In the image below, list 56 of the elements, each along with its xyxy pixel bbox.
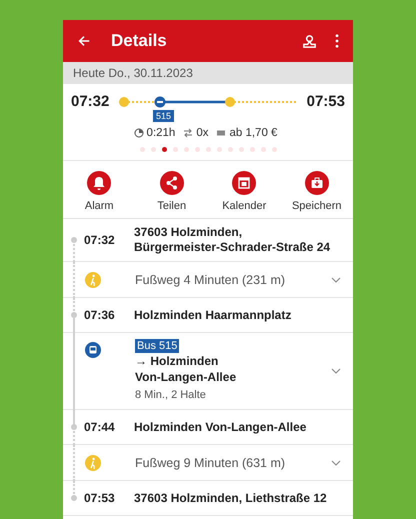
page-dot[interactable] <box>206 147 210 152</box>
stop-name: Holzminden Von-Langen-Allee <box>134 420 306 434</box>
page-dot[interactable] <box>228 147 232 152</box>
briefcase-icon <box>304 171 329 195</box>
page-dot[interactable] <box>162 147 166 152</box>
page-dot[interactable] <box>260 147 266 152</box>
page-dot[interactable] <box>272 147 276 152</box>
walk-segment-text: Fußweg 9 Minuten (631 m) <box>135 456 286 470</box>
stop-time: 07:44 <box>83 420 116 434</box>
date-text: Heute Do., 30.11.2023 <box>73 66 193 80</box>
arrival-time: 07:53 <box>306 92 345 112</box>
transfer-icon <box>183 128 194 138</box>
walk-segment-text: Fußweg 4 Minuten (231 m) <box>135 272 286 286</box>
walking-person-icon <box>85 272 101 288</box>
duration-text: 0:21h <box>146 127 176 139</box>
page-dot[interactable] <box>172 147 178 152</box>
stop-name: Holzminden Haarmannplatz <box>134 308 292 322</box>
transfers-text: 0x <box>196 127 208 139</box>
expand-chevron-icon[interactable] <box>331 460 341 466</box>
line-badge: 515 <box>153 110 174 122</box>
price-text: ab 1,70 € <box>229 127 278 139</box>
action-button[interactable]: Kalender <box>210 171 278 212</box>
action-button[interactable]: Speichern <box>282 171 351 212</box>
direction-text: → Holzminden <box>135 353 220 369</box>
page-dot[interactable] <box>194 147 200 152</box>
page-dot[interactable] <box>216 147 222 152</box>
bus-icon <box>85 342 101 358</box>
expand-chevron-icon[interactable] <box>331 368 341 374</box>
clock-icon <box>134 128 144 138</box>
ride-info-text: 8 Min., 2 Halte <box>135 388 207 403</box>
direction-text: Von-Langen-Allee <box>135 369 238 385</box>
stop-name: 37603 Holzminden, Liethstraße 12 <box>134 490 327 506</box>
back-arrow-icon[interactable] <box>77 34 91 48</box>
bell-icon <box>87 171 112 195</box>
page-dot[interactable] <box>238 147 244 152</box>
expand-chevron-icon[interactable] <box>331 276 341 282</box>
bus-line-badge: Bus 515 <box>135 339 180 353</box>
calendar-icon <box>232 171 256 195</box>
stop-time: 07:53 <box>83 491 116 505</box>
stop-time: 07:36 <box>83 308 116 322</box>
page-dot[interactable] <box>140 147 144 152</box>
ticket-icon <box>216 128 226 138</box>
action-button[interactable]: Teilen <box>138 171 206 212</box>
more-menu-icon[interactable] <box>335 34 339 48</box>
page-dot[interactable] <box>250 147 254 152</box>
action-button[interactable]: Alarm <box>65 171 134 212</box>
page-dot[interactable] <box>184 147 188 152</box>
page-dot[interactable] <box>150 147 156 152</box>
stop-name: 37603 Holzminden, <box>134 225 244 240</box>
stop-name: Bürgermeister-Schrader-Straße 24 <box>134 240 330 255</box>
departure-time: 07:32 <box>71 92 110 112</box>
map-pin-person-icon[interactable] <box>302 34 317 48</box>
share-icon <box>160 171 184 195</box>
stop-time: 07:32 <box>83 233 116 247</box>
screen-title: Details <box>111 31 167 51</box>
walking-person-icon <box>85 454 101 470</box>
